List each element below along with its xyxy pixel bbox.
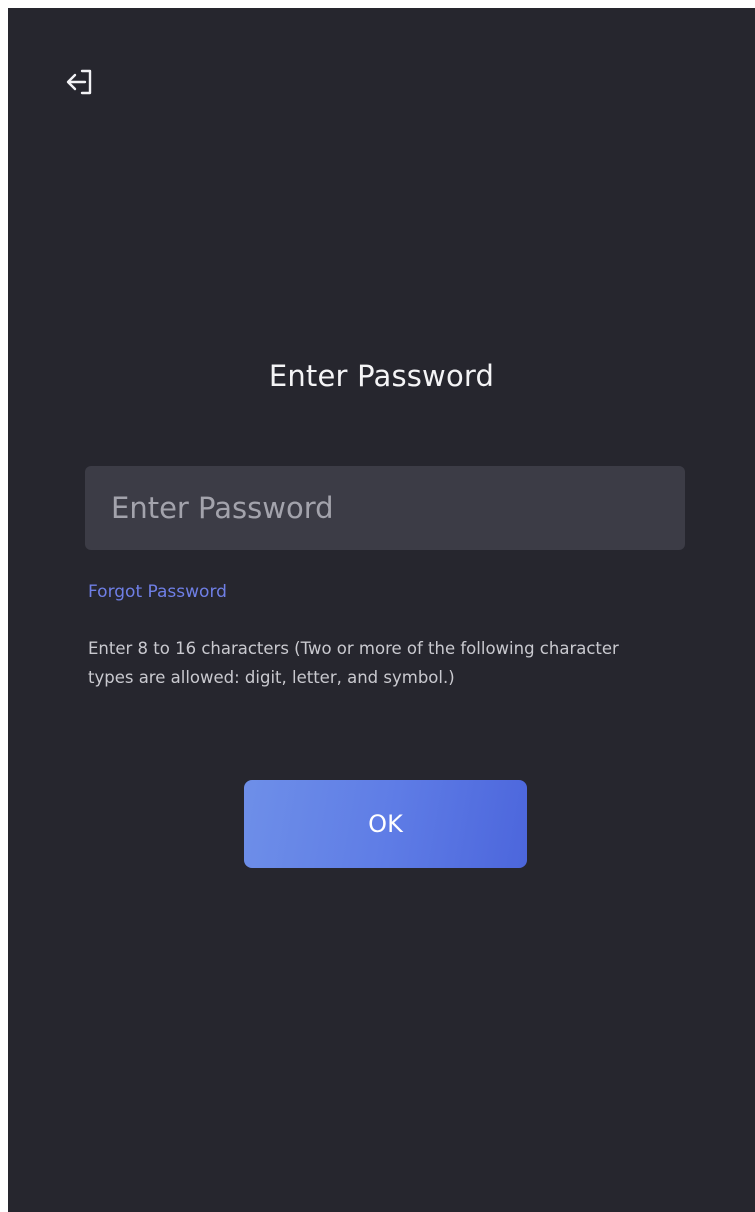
forgot-password-link[interactable]: Forgot Password [88, 580, 227, 604]
password-screen: Enter Password Forgot Password Enter 8 t… [8, 8, 755, 1212]
password-hint: Enter 8 to 16 characters (Two or more of… [88, 639, 619, 687]
page-title: Enter Password [268, 359, 495, 393]
back-button[interactable] [60, 62, 100, 102]
ok-button[interactable]: OK [244, 780, 527, 868]
exit-arrow-icon [63, 65, 97, 99]
password-input[interactable] [85, 466, 685, 550]
